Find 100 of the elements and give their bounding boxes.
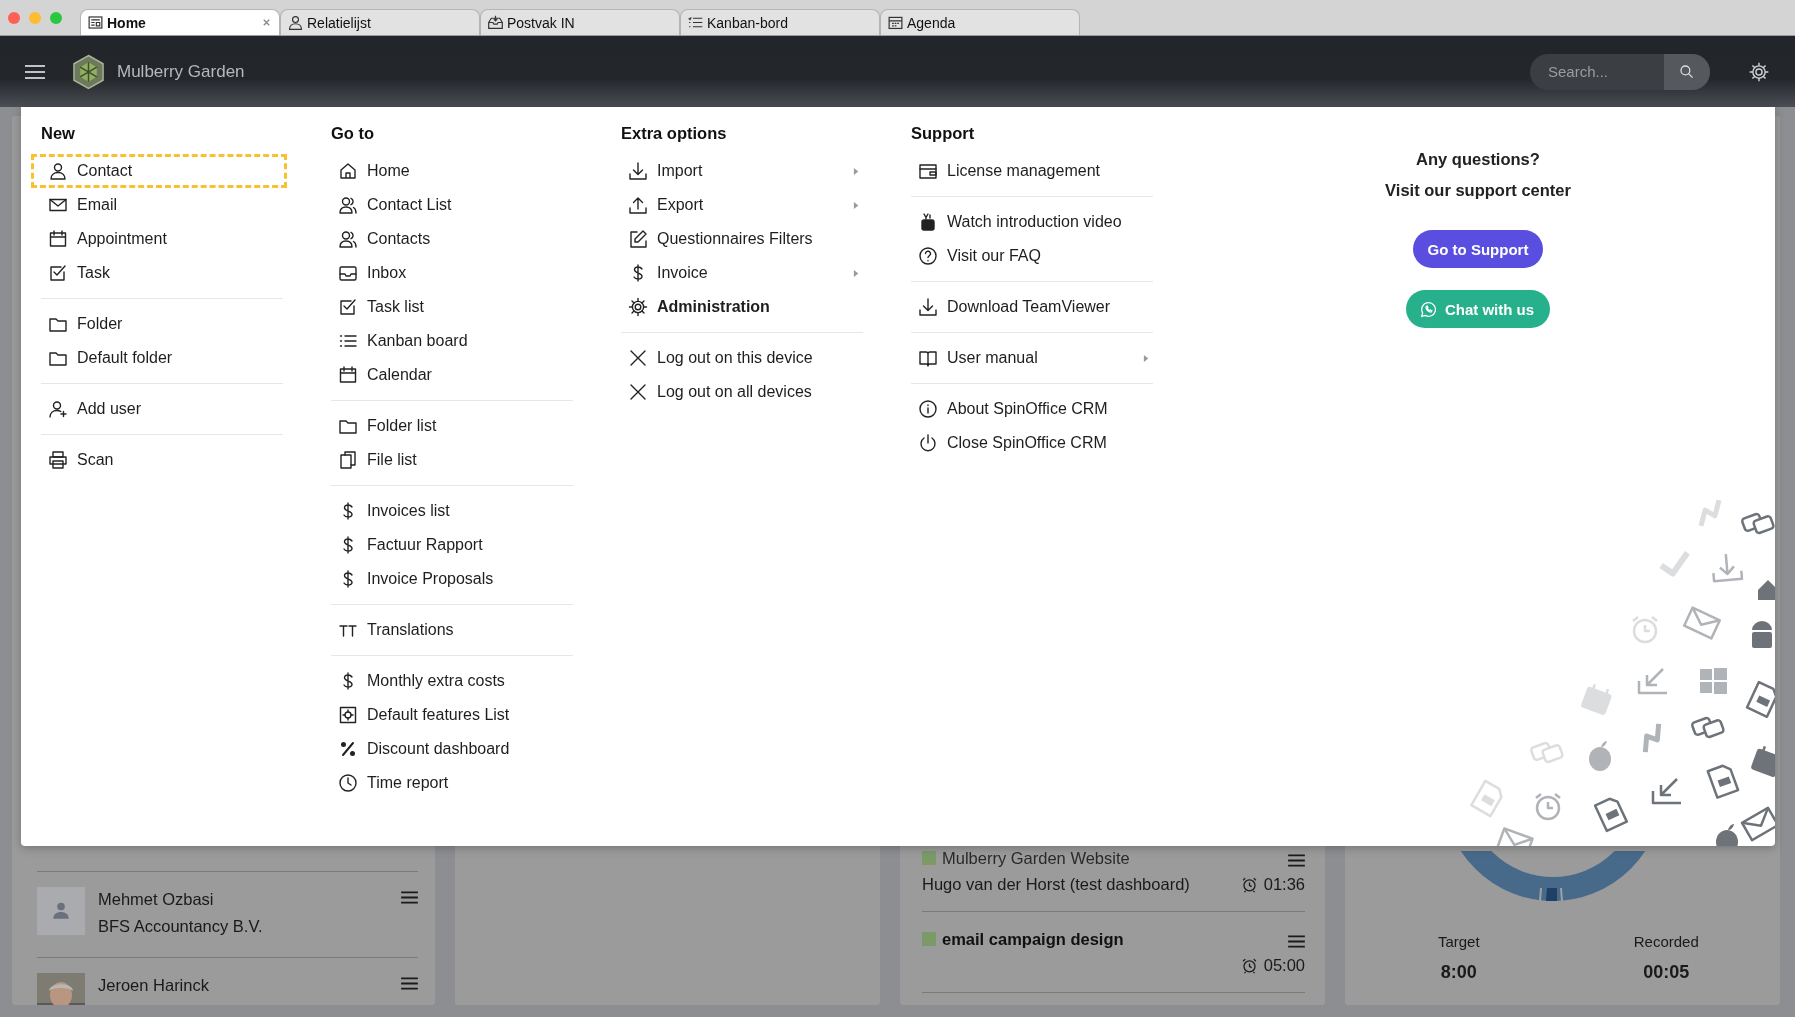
browser-tab[interactable]: Kanban-bord	[680, 9, 880, 35]
menu-item[interactable]: Email	[31, 188, 287, 222]
task-assignee: Hugo van der Horst (test dashboard)	[922, 874, 1190, 894]
menu-item[interactable]: Kanban board	[321, 324, 577, 358]
menu-item[interactable]: Contact	[31, 154, 287, 188]
menu-item[interactable]: Invoice	[611, 256, 867, 290]
menu-item[interactable]: Folder	[31, 307, 287, 341]
menu-item[interactable]: Discount dashboard	[321, 732, 577, 766]
checkbox-icon	[48, 263, 68, 283]
task-title: Mulberry Garden Website	[942, 848, 1131, 868]
support-button[interactable]: Go to Support	[1412, 230, 1544, 268]
calendar-icon	[887, 14, 904, 31]
menu-item[interactable]: Visit our FAQ	[901, 239, 1157, 273]
close-icon[interactable]	[262, 18, 271, 27]
chevron-right-icon	[853, 200, 860, 210]
menu-item[interactable]: Task	[31, 256, 287, 290]
menu-item[interactable]: Scan	[31, 443, 287, 477]
power-icon	[918, 433, 938, 453]
menu-item[interactable]: Calendar	[321, 358, 577, 392]
wallet-icon	[918, 161, 938, 181]
menu-item[interactable]: Download TeamViewer	[901, 290, 1157, 324]
menu-icon[interactable]	[1288, 853, 1305, 867]
browser-tab[interactable]: Home	[80, 9, 280, 35]
menu-item[interactable]: Time report	[321, 766, 577, 800]
search-input[interactable]: Search...	[1530, 53, 1664, 90]
chat-bubble-icon	[1419, 300, 1437, 318]
recorded-label: Recorded	[1633, 933, 1699, 950]
menu-item[interactable]: License management	[901, 154, 1157, 188]
upload-icon	[628, 195, 648, 215]
menu-item[interactable]: Log out on this device	[611, 341, 867, 375]
search-icon[interactable]	[1679, 63, 1695, 80]
cross-icon	[628, 348, 648, 368]
menu-icon[interactable]	[401, 891, 418, 904]
chevron-right-icon	[1143, 353, 1150, 363]
person-icon	[48, 161, 68, 181]
question-icon	[918, 246, 938, 266]
person-plus-icon	[48, 399, 68, 419]
gear-icon	[628, 297, 648, 317]
menu-item[interactable]: Folder list	[321, 409, 577, 443]
browser-tab[interactable]: Relatielijst	[280, 9, 480, 35]
menu-item[interactable]: Contact List	[321, 188, 577, 222]
clock-icon	[338, 773, 358, 793]
menu-item[interactable]: Export	[611, 188, 867, 222]
menu-item[interactable]: Administration	[611, 290, 867, 324]
menu-item[interactable]: Home	[321, 154, 577, 188]
printer-icon	[48, 450, 68, 470]
inbox-icon	[487, 14, 504, 31]
circle-in-square-icon	[338, 705, 358, 725]
menu-item[interactable]: Watch introduction video	[901, 205, 1157, 239]
video-icon	[918, 212, 938, 232]
menu-icon[interactable]	[401, 977, 418, 990]
menu-item[interactable]: Log out on all devices	[611, 375, 867, 409]
menu-item[interactable]: Default folder	[31, 341, 287, 375]
menu-heading: Extra options	[621, 124, 727, 143]
people-icon	[338, 229, 358, 249]
download-icon	[628, 161, 648, 181]
cross-icon	[628, 382, 648, 402]
menu-item[interactable]: Questionnaires Filters	[611, 222, 867, 256]
target-label: Target	[1437, 933, 1480, 950]
menu-item[interactable]: Import	[611, 154, 867, 188]
menu-item[interactable]: About SpinOffice CRM	[901, 392, 1157, 426]
task-duration: 01:36	[1263, 874, 1305, 894]
menu-item[interactable]: Add user	[31, 392, 287, 426]
target-hours: 8:00	[1440, 962, 1477, 983]
menu-icon[interactable]	[1288, 934, 1305, 948]
book-icon	[918, 348, 938, 368]
menu-item[interactable]: Invoice Proposals	[321, 562, 577, 596]
menu-heading: Go to	[331, 124, 375, 143]
menu-item[interactable]: Monthly extra costs	[321, 664, 577, 698]
calendar-icon	[48, 229, 68, 249]
percent-icon	[338, 739, 358, 759]
menu-item[interactable]: Contacts	[321, 222, 577, 256]
search-button[interactable]	[1664, 53, 1710, 90]
person-icon	[287, 14, 304, 31]
menu-item[interactable]: Appointment	[31, 222, 287, 256]
search-field[interactable]: Search...	[1530, 53, 1710, 90]
menu-item[interactable]: Inbox	[321, 256, 577, 290]
menu-heading: New	[41, 124, 75, 143]
menu-item[interactable]: Task list	[321, 290, 577, 324]
edit-icon	[628, 229, 648, 249]
browser-tab[interactable]: Postvak IN	[480, 9, 680, 35]
menu-item[interactable]: User manual	[901, 341, 1157, 375]
support-prompt: Visit our support center	[1385, 181, 1571, 200]
checkbox-icon	[338, 297, 358, 317]
menu-item[interactable]: Close SpinOffice CRM	[901, 426, 1157, 460]
inbox-icon	[338, 263, 358, 283]
menu-item[interactable]: Invoices list	[321, 494, 577, 528]
settings-icon[interactable]	[1748, 60, 1770, 83]
menu-item[interactable]: Translations	[321, 613, 577, 647]
company-name: BFS Accountancy B.V.	[98, 917, 264, 936]
menu-item[interactable]: Default features List	[321, 698, 577, 732]
menu-item[interactable]: Factuur Rapport	[321, 528, 577, 562]
chevron-right-icon	[853, 166, 860, 176]
support-question: Any questions?	[1416, 150, 1540, 169]
browser-tab[interactable]: Agenda	[880, 9, 1080, 35]
calendar-icon	[338, 365, 358, 385]
menu-item[interactable]: File list	[321, 443, 577, 477]
contact-name: Jeroen Harinck	[98, 976, 210, 995]
people-icon	[338, 195, 358, 215]
info-icon	[918, 399, 938, 419]
